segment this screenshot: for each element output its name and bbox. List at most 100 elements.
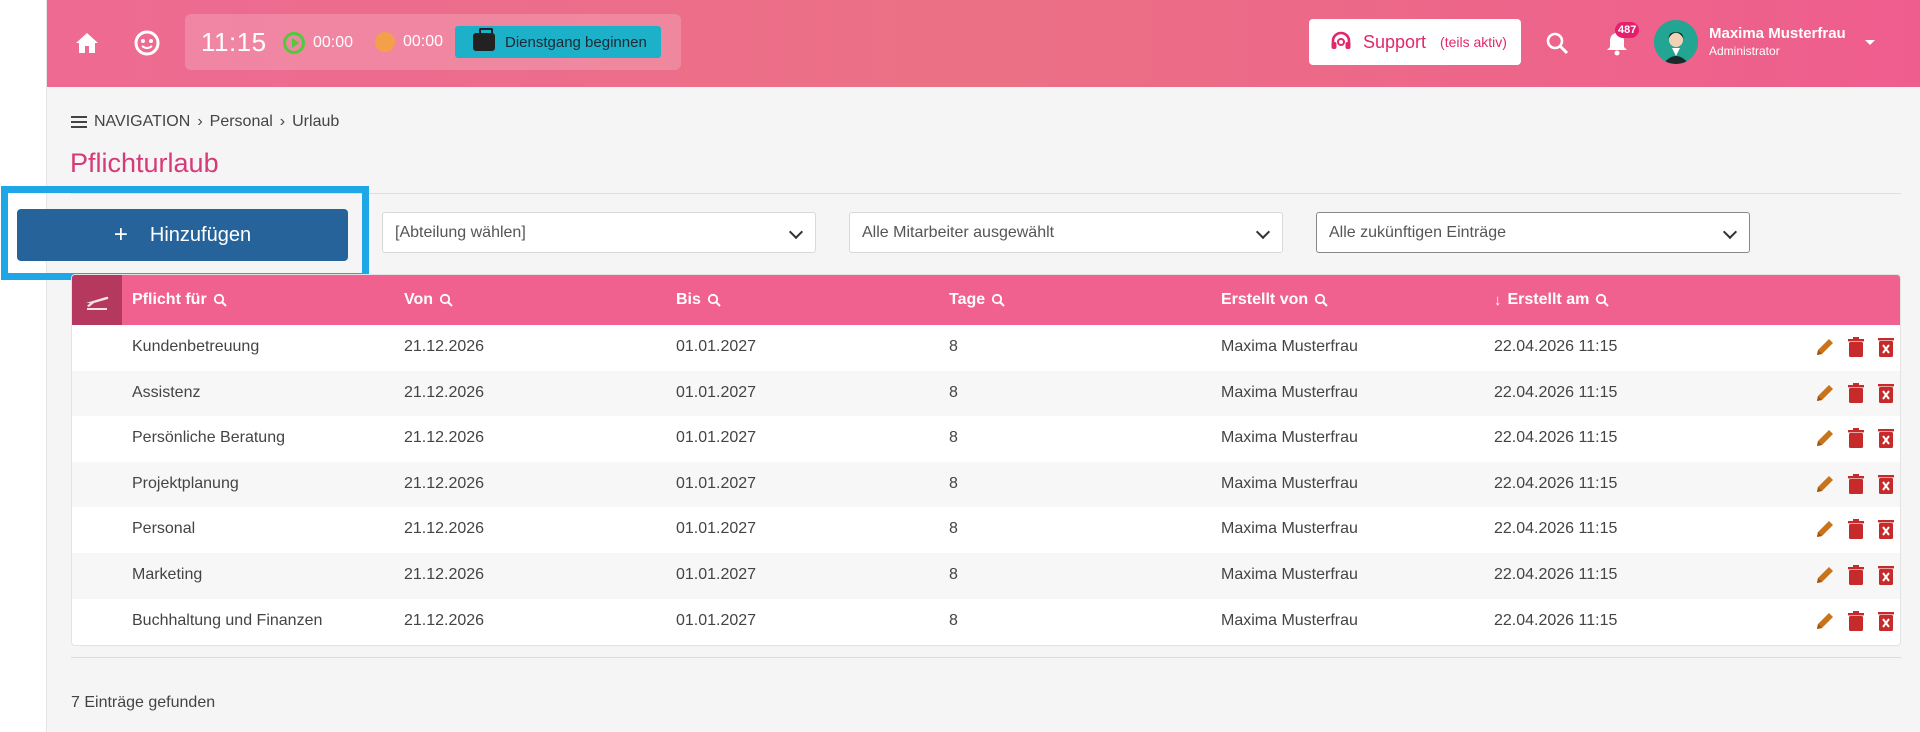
smiley-icon[interactable] xyxy=(132,28,162,58)
start-errand-button[interactable]: Dienstgang beginnen xyxy=(455,26,661,58)
breadcrumb-navigation[interactable]: NAVIGATION xyxy=(94,113,190,131)
breadcrumb: NAVIGATION › Personal › Urlaub xyxy=(71,113,339,131)
table-cell: 22.04.2026 11:15 xyxy=(1494,338,1618,355)
search-icon[interactable] xyxy=(213,293,227,307)
trash-icon[interactable] xyxy=(1846,427,1866,449)
table-cell: 8 xyxy=(949,611,958,629)
table-row[interactable]: Personal 21.12.2026 01.01.2027 8 Maxima Must… xyxy=(72,507,1900,553)
chevron-down-icon xyxy=(788,224,804,240)
column-header[interactable]: Erstellt von xyxy=(1221,291,1328,309)
column-header[interactable]: Tage xyxy=(949,291,1005,309)
search-icon[interactable] xyxy=(1595,293,1610,307)
table-cell: 21.12.2026 xyxy=(404,566,485,583)
user-name[interactable]: Maxima Musterfrau xyxy=(1709,25,1846,42)
row-actions xyxy=(1814,564,1896,586)
table-cell: 21.12.2026 xyxy=(404,429,485,447)
support-button[interactable]: Support (teils aktiv) xyxy=(1309,19,1521,65)
avatar[interactable] xyxy=(1654,20,1698,64)
user-role: Administrator xyxy=(1709,44,1780,58)
table-cell: 21.12.2026 xyxy=(404,383,485,401)
breadcrumb-personal[interactable]: Personal xyxy=(210,113,273,131)
table-row[interactable]: Buchhaltung und Finanzen 21.12.2026 01.01.… xyxy=(72,599,1900,645)
column-header[interactable]: Pflicht für xyxy=(132,291,227,309)
home-icon[interactable] xyxy=(72,28,102,58)
pencil-icon[interactable] xyxy=(1814,518,1836,540)
search-icon[interactable] xyxy=(707,293,721,307)
pencil-icon[interactable] xyxy=(1814,473,1836,495)
search-icon[interactable] xyxy=(1314,293,1328,307)
pencil-icon[interactable] xyxy=(1814,427,1836,449)
table-cell: Kundenbetreuung xyxy=(132,338,260,355)
table-row[interactable]: Marketing 21.12.2026 01.01.2027 8 Maxima Mus… xyxy=(72,553,1900,599)
table-row[interactable]: Projektplanung 21.12.2026 01.01.2027 8 Maxim… xyxy=(72,461,1900,508)
table-cell: 01.01.2027 xyxy=(676,429,757,447)
pencil-icon[interactable] xyxy=(1814,382,1836,404)
breadcrumb-urlaub[interactable]: Urlaub xyxy=(292,113,339,131)
table-row[interactable]: Kundenbetreuung 21.12.2026 01.01.2027 8 Maxi… xyxy=(72,325,1900,371)
page-title: Pflichturlaub xyxy=(70,148,219,178)
delete-box-icon[interactable] xyxy=(1876,427,1896,449)
chevron-down-icon xyxy=(1722,224,1738,240)
search-icon[interactable] xyxy=(1542,28,1572,58)
row-actions xyxy=(1814,382,1896,404)
table-row[interactable]: Persönliche Beratung 21.12.2026 01.01.2027… xyxy=(72,416,1900,462)
play-icon xyxy=(283,32,305,54)
pencil-icon[interactable] xyxy=(1814,336,1836,358)
table-cell: Maxima Musterfrau xyxy=(1221,611,1358,629)
trash-icon[interactable] xyxy=(1846,610,1866,632)
table-cell: 22.04.2026 11:15 xyxy=(1494,383,1618,401)
delete-box-icon[interactable] xyxy=(1876,382,1896,404)
table-cell: Maxima Musterfrau xyxy=(1221,429,1358,447)
column-header[interactable]: Bis xyxy=(676,291,721,309)
trash-icon[interactable] xyxy=(1846,564,1866,586)
table-cell: 8 xyxy=(949,338,958,355)
add-button[interactable]: + Hinzufügen xyxy=(17,209,348,261)
table-cell: 01.01.2027 xyxy=(676,520,757,538)
table-cell: Projektplanung xyxy=(132,474,239,492)
menu-icon[interactable] xyxy=(71,116,87,128)
delete-box-icon[interactable] xyxy=(1876,610,1896,632)
table-row[interactable]: Assistenz 21.12.2026 01.01.2027 8 Maxima Mus… xyxy=(72,370,1900,417)
table-cell: 8 xyxy=(949,474,958,492)
trash-icon[interactable] xyxy=(1846,473,1866,495)
column-header[interactable]: Von xyxy=(404,291,453,309)
table-cell: Assistenz xyxy=(132,383,201,401)
row-actions xyxy=(1814,518,1896,540)
entries-select[interactable]: Alle zukünftigen Einträge xyxy=(1316,212,1750,253)
start-errand-label: Dienstgang beginnen xyxy=(505,33,647,51)
trash-icon[interactable] xyxy=(1846,518,1866,540)
briefcase-icon xyxy=(473,28,495,51)
top-bar: 11:15 00:00 00:00 Dienstgang beginnen Su… xyxy=(47,0,1920,87)
chevron-right-icon: › xyxy=(279,113,286,130)
trash-icon[interactable] xyxy=(1846,382,1866,404)
work-timer[interactable]: 00:00 xyxy=(283,32,353,54)
column-header-label: Erstellt von xyxy=(1221,291,1309,308)
column-header[interactable]: ↓ Erstellt am xyxy=(1494,291,1610,309)
divider xyxy=(71,657,1901,658)
employee-select[interactable]: Alle Mitarbeiter ausgewählt xyxy=(849,212,1283,253)
search-icon[interactable] xyxy=(439,293,453,307)
table-cell: 01.01.2027 xyxy=(676,566,757,583)
chevron-down-icon[interactable] xyxy=(1865,40,1875,45)
trash-icon[interactable] xyxy=(1846,336,1866,358)
pencil-icon[interactable] xyxy=(1814,564,1836,586)
column-header-label: Von xyxy=(404,291,434,308)
break-timer[interactable]: 00:00 xyxy=(375,32,443,52)
table-cell: Maxima Musterfrau xyxy=(1221,474,1358,492)
delete-box-icon[interactable] xyxy=(1876,473,1896,495)
table-cell: 22.04.2026 11:15 xyxy=(1494,429,1618,447)
chevron-right-icon: › xyxy=(197,113,203,130)
plus-icon: + xyxy=(113,221,128,248)
table-cell: 21.12.2026 xyxy=(404,520,485,538)
delete-box-icon[interactable] xyxy=(1876,564,1896,586)
table-cell: 21.12.2026 xyxy=(404,474,485,492)
arrow-down-icon: ↓ xyxy=(1494,291,1502,309)
search-icon[interactable] xyxy=(991,293,1005,307)
row-actions xyxy=(1814,473,1896,495)
department-select[interactable]: [Abteilung wählen] xyxy=(382,212,816,253)
delete-box-icon[interactable] xyxy=(1876,518,1896,540)
pause-icon xyxy=(375,32,395,52)
delete-box-icon[interactable] xyxy=(1876,336,1896,358)
pencil-icon[interactable] xyxy=(1814,610,1836,632)
table-cell: Persönliche Beratung xyxy=(132,429,285,447)
